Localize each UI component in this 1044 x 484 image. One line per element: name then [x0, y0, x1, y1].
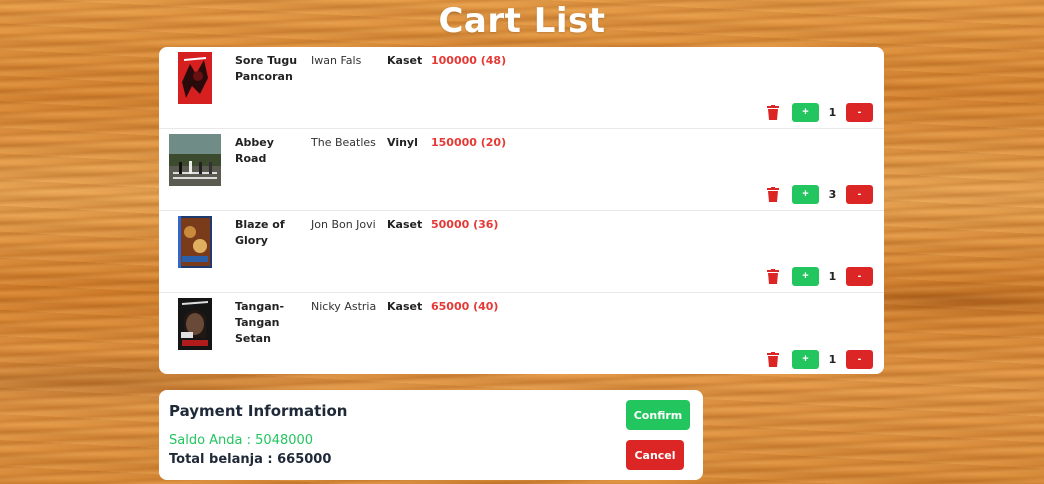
item-controls: + 1 -: [766, 349, 873, 369]
cart-list: Sore Tugu Pancoran Iwan Fals Kaset 10000…: [159, 47, 884, 374]
format-label: Kaset: [387, 300, 423, 313]
item-controls: + 1 -: [766, 102, 873, 122]
cart-item: Blaze of Glory Jon Bon Jovi Kaset 50000 …: [159, 211, 884, 293]
format-label: Kaset: [387, 54, 423, 67]
format-label: Vinyl: [387, 136, 418, 149]
album-cover-image: [169, 298, 221, 350]
cart-item: Sore Tugu Pancoran Iwan Fals Kaset 10000…: [159, 47, 884, 129]
artist-name: Nicky Astria: [311, 300, 377, 313]
decrease-qty-button[interactable]: -: [846, 184, 873, 204]
price-stock: 65000 (40): [431, 300, 499, 313]
trash-icon[interactable]: [766, 186, 780, 202]
quantity-value: 1: [828, 105, 837, 119]
payment-title: Payment Information: [169, 402, 348, 420]
album-title: Sore Tugu Pancoran: [235, 54, 298, 83]
cancel-button[interactable]: Cancel: [626, 440, 684, 470]
cart-item: Tangan-Tangan Setan Nicky Astria Kaset 6…: [159, 293, 884, 374]
cart-item: Abbey Road The Beatles Vinyl 150000 (20)…: [159, 129, 884, 211]
item-controls: + 3 -: [766, 184, 873, 204]
quantity-value: 3: [828, 187, 837, 201]
trash-icon[interactable]: [766, 351, 780, 367]
page-title: Cart List: [438, 1, 606, 41]
decrease-qty-button[interactable]: -: [846, 102, 873, 122]
item-controls: + 1 -: [766, 266, 873, 286]
decrease-qty-button[interactable]: -: [846, 266, 873, 286]
album-cover-image: [169, 52, 221, 104]
trash-icon[interactable]: [766, 268, 780, 284]
album-cover-image: [169, 134, 221, 186]
decrease-qty-button[interactable]: -: [846, 349, 873, 369]
album-cover-image: [169, 216, 221, 268]
confirm-button[interactable]: Confirm: [626, 400, 690, 430]
balance-text: Saldo Anda : 5048000: [169, 433, 314, 448]
increase-qty-button[interactable]: +: [792, 349, 819, 369]
artist-name: The Beatles: [311, 136, 376, 149]
quantity-value: 1: [828, 269, 837, 283]
album-title: Abbey Road: [235, 136, 274, 165]
format-label: Kaset: [387, 218, 423, 231]
album-title: Blaze of Glory: [235, 218, 285, 247]
payment-information-panel: Payment Information Saldo Anda : 5048000…: [159, 390, 703, 480]
artist-name: Jon Bon Jovi: [311, 218, 376, 231]
price-stock: 50000 (36): [431, 218, 499, 231]
quantity-value: 1: [828, 352, 837, 366]
artist-name: Iwan Fals: [311, 54, 362, 67]
increase-qty-button[interactable]: +: [792, 102, 819, 122]
total-text: Total belanja : 665000: [169, 452, 332, 467]
increase-qty-button[interactable]: +: [792, 266, 819, 286]
increase-qty-button[interactable]: +: [792, 184, 819, 204]
album-title: Tangan-Tangan Setan: [235, 300, 285, 345]
price-stock: 150000 (20): [431, 136, 507, 149]
price-stock: 100000 (48): [431, 54, 507, 67]
trash-icon[interactable]: [766, 104, 780, 120]
